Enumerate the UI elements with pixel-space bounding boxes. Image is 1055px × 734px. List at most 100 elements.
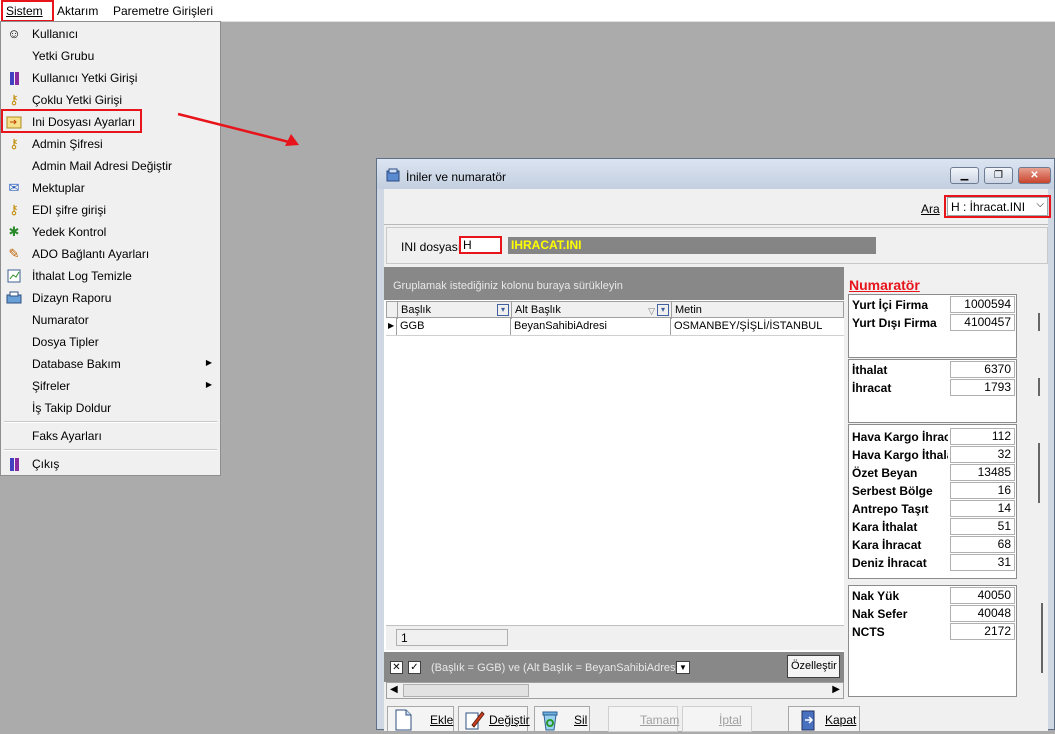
horizontal-scrollbar[interactable]: ◀ ▶ bbox=[386, 682, 844, 699]
numarator-row: İthalat 6370 bbox=[850, 361, 1015, 379]
numarator-value[interactable]: 40048 bbox=[950, 605, 1015, 622]
numarator-value[interactable]: 112 bbox=[950, 428, 1015, 445]
row-count-box: 1 bbox=[396, 629, 508, 646]
menu-aktarim[interactable]: Aktarım bbox=[57, 4, 98, 18]
exit-door-icon bbox=[797, 709, 819, 731]
menu-separator bbox=[4, 449, 217, 451]
numarator-value[interactable]: 51 bbox=[950, 518, 1015, 535]
menu-item-faks-ayarlari[interactable]: Faks Ayarları bbox=[1, 425, 220, 447]
menu-item-label: Kullanıcı bbox=[32, 27, 79, 41]
menu-item-label: Numarator bbox=[32, 313, 89, 327]
clear-filter-icon[interactable]: ✕ bbox=[390, 661, 403, 674]
numarator-value[interactable]: 2172 bbox=[950, 623, 1015, 640]
menu-item-label: Yetki Grubu bbox=[32, 49, 95, 63]
numarator-label: İhracat bbox=[852, 381, 892, 395]
menu-item-label: Kullanıcı Yetki Girişi bbox=[32, 71, 138, 85]
maximize-button[interactable]: ❐ bbox=[984, 167, 1013, 184]
degistir-button[interactable]: Değiştir bbox=[458, 706, 530, 732]
log-icon bbox=[6, 268, 22, 284]
filter-enabled-checkbox[interactable]: ✓ bbox=[408, 661, 421, 674]
menu-item-dizayn-raporu[interactable]: Dizayn Raporu bbox=[1, 287, 220, 309]
menu-item-label: Çoklu Yetki Girişi bbox=[32, 93, 123, 107]
numarator-label: İthalat bbox=[852, 363, 888, 377]
numarator-label: Nak Sefer bbox=[852, 607, 908, 621]
window-title: İniler ve numaratör bbox=[406, 170, 507, 184]
column-header-metin[interactable]: Metin bbox=[672, 302, 844, 319]
menu-item-dosya-tipler[interactable]: Dosya Tipler bbox=[1, 331, 220, 353]
menu-item-database-bakim[interactable]: Database Bakım ▶ bbox=[1, 353, 220, 375]
menu-item-yetki-grubu[interactable]: Yetki Grubu bbox=[1, 45, 220, 67]
cell-metin[interactable]: OSMANBEY/ŞİŞLİ/İSTANBUL bbox=[671, 318, 843, 335]
column-header-alt-baslik[interactable]: Alt Başlık ▽ ▾ bbox=[512, 302, 672, 319]
numarator-value[interactable]: 32 bbox=[950, 446, 1015, 463]
menu-parametre-girisleri[interactable]: Paremetre Girişleri bbox=[113, 4, 213, 18]
menu-item-coklu-yetki-girisi[interactable]: ⚷ Çoklu Yetki Girişi bbox=[1, 89, 220, 111]
menu-bar: Sistem Aktarım Paremetre Girişleri bbox=[0, 0, 1055, 22]
numarator-value[interactable]: 68 bbox=[950, 536, 1015, 553]
customize-label: Özelleştir bbox=[791, 660, 837, 672]
tamam-button[interactable]: Tamam bbox=[608, 706, 679, 732]
filter-icon[interactable]: ▾ bbox=[657, 304, 669, 316]
user-key-icon bbox=[6, 70, 22, 86]
numarator-value[interactable]: 31 bbox=[950, 554, 1015, 571]
numarator-row: Yurt Dışı Firma 4100457 bbox=[850, 314, 1015, 332]
maximize-icon: ❐ bbox=[994, 170, 1003, 181]
menu-item-edi-sifre-girisi[interactable]: ⚷ EDI şifre girişi bbox=[1, 199, 220, 221]
menu-item-label: Dosya Tipler bbox=[32, 335, 99, 349]
scroll-indicator bbox=[1038, 313, 1040, 331]
numarator-label: Yurt İçi Firma bbox=[852, 298, 929, 312]
filter-icon[interactable]: ▾ bbox=[497, 304, 509, 316]
menu-item-mektuplar[interactable]: ✉ Mektuplar bbox=[1, 177, 220, 199]
menu-item-admin-mail-adresi[interactable]: Admin Mail Adresi Değiştir bbox=[1, 155, 220, 177]
customize-button[interactable]: Özelleştir bbox=[787, 655, 840, 678]
numarator-label: Nak Yük bbox=[852, 589, 900, 603]
menu-item-kullanici[interactable]: ☺ Kullanıcı bbox=[1, 23, 220, 45]
menu-item-ado-baglanti-ayarlari[interactable]: ✎ ADO Bağlantı Ayarları bbox=[1, 243, 220, 265]
ini-file-input-value: H bbox=[463, 238, 472, 252]
menu-item-kullanici-yetki-girisi[interactable]: Kullanıcı Yetki Girişi bbox=[1, 67, 220, 89]
numarator-group-beyan: Hava Kargo İhracat112 Hava Kargo İthalat… bbox=[848, 424, 1017, 579]
iptal-button[interactable]: İptal bbox=[682, 706, 752, 732]
group-by-hint: Gruplamak istediğiniz kolonu buraya sürü… bbox=[393, 280, 623, 292]
sil-button[interactable]: Sil bbox=[534, 706, 590, 732]
minimize-button[interactable]: ▁ bbox=[950, 167, 979, 184]
menu-item-sifreler[interactable]: Şifreler ▶ bbox=[1, 375, 220, 397]
column-header-baslik[interactable]: Başlık ▾ bbox=[398, 302, 512, 319]
ini-file-label: INI dosyası bbox=[401, 240, 462, 254]
numarator-value[interactable]: 6370 bbox=[950, 361, 1015, 378]
numarator-row: Nak Sefer 40048 bbox=[850, 605, 1015, 623]
numarator-value[interactable]: 4100457 bbox=[950, 314, 1015, 331]
numarator-label: Yurt Dışı Firma bbox=[852, 316, 937, 330]
numarator-value[interactable]: 40050 bbox=[950, 587, 1015, 604]
numarator-value[interactable]: 16 bbox=[950, 482, 1015, 499]
menu-item-numarator[interactable]: Numarator bbox=[1, 309, 220, 331]
scroll-left-icon[interactable]: ◀ bbox=[390, 684, 398, 695]
cell-alt-baslik[interactable]: BeyanSahibiAdresi bbox=[511, 318, 671, 335]
menu-item-yedek-kontrol[interactable]: ✱ Yedek Kontrol bbox=[1, 221, 220, 243]
filter-dropdown-icon[interactable]: ▼ bbox=[676, 661, 690, 674]
numarator-value[interactable]: 14 bbox=[950, 500, 1015, 517]
menu-item-is-takip-doldur[interactable]: İş Takip Doldur bbox=[1, 397, 220, 419]
cell-baslik[interactable]: GGB bbox=[397, 318, 511, 335]
ekle-button[interactable]: Ekle bbox=[387, 706, 454, 732]
highlight-search-select bbox=[944, 195, 1051, 218]
menu-item-cikis[interactable]: Çıkış bbox=[1, 453, 220, 475]
minimize-icon: ▁ bbox=[960, 170, 969, 181]
submenu-arrow-icon: ▶ bbox=[205, 358, 212, 367]
ini-file-input[interactable]: H bbox=[459, 236, 502, 254]
numarator-value[interactable]: 13485 bbox=[950, 464, 1015, 481]
scroll-indicator bbox=[1038, 378, 1040, 396]
numarator-value[interactable]: 1793 bbox=[950, 379, 1015, 396]
numarator-label: Antrepo Taşıt bbox=[852, 502, 929, 516]
menu-item-ithalat-log-temizle[interactable]: İthalat Log Temizle bbox=[1, 265, 220, 287]
iptal-label: İptal bbox=[719, 713, 742, 727]
group-by-panel[interactable]: Gruplamak istediğiniz kolonu buraya sürü… bbox=[384, 267, 844, 300]
column-header-label: Alt Başlık bbox=[515, 304, 561, 316]
scroll-right-icon[interactable]: ▶ bbox=[832, 684, 840, 695]
numarator-label: Serbest Bölge bbox=[852, 484, 933, 498]
close-button[interactable]: ✕ bbox=[1018, 167, 1051, 184]
scroll-thumb[interactable] bbox=[403, 684, 529, 697]
table-row[interactable]: ▶ GGB BeyanSahibiAdresi OSMANBEY/ŞİŞLİ/İ… bbox=[386, 318, 844, 336]
numarator-value[interactable]: 1000594 bbox=[950, 296, 1015, 313]
kapat-button[interactable]: Kapat bbox=[788, 706, 860, 732]
